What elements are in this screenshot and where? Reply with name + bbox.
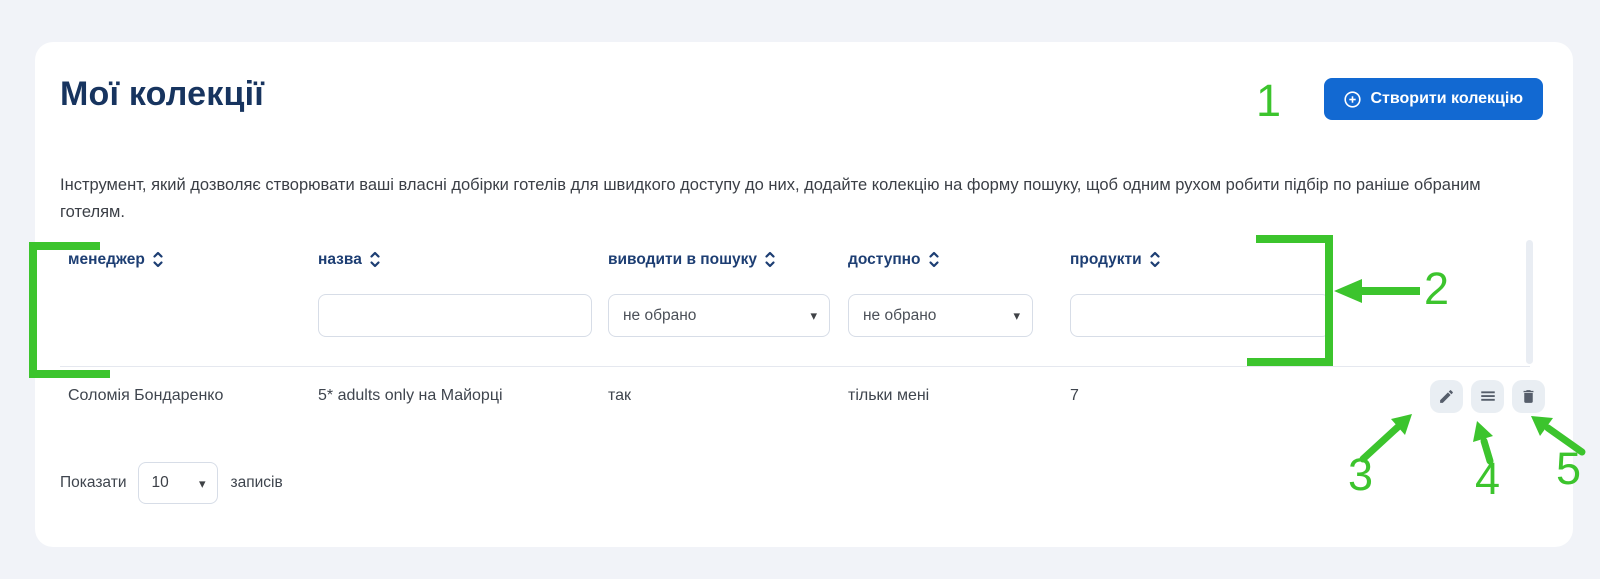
- trash-icon: [1520, 388, 1537, 405]
- table-divider: [60, 366, 1530, 367]
- cell-available: тільки мені: [848, 387, 1070, 405]
- sort-chevrons-icon[interactable]: [152, 250, 164, 269]
- column-header-name[interactable]: назва: [318, 250, 608, 269]
- filter-name-input[interactable]: [318, 294, 592, 337]
- list-lines-icon: [1479, 387, 1497, 405]
- records-label: записів: [230, 474, 282, 492]
- page-description: Інструмент, який дозволяє створювати ваш…: [60, 172, 1492, 226]
- filter-show-in-search-value: не обрано: [623, 307, 696, 325]
- table-header-row: менеджер назва виводити в пошуку: [35, 250, 1573, 269]
- column-header-label: продукти: [1070, 251, 1142, 269]
- table-row: Соломія Бондаренко 5* adults only на Май…: [35, 373, 1573, 419]
- create-collection-button[interactable]: Створити колекцію: [1324, 78, 1544, 120]
- filter-products-input[interactable]: [1070, 294, 1330, 337]
- table-scrollbar[interactable]: [1526, 240, 1533, 364]
- create-collection-label: Створити колекцію: [1371, 90, 1524, 108]
- sort-chevrons-icon[interactable]: [928, 250, 940, 269]
- pencil-icon: [1438, 388, 1455, 405]
- column-header-label: назва: [318, 251, 362, 269]
- sort-chevrons-icon[interactable]: [369, 250, 381, 269]
- edit-collection-button[interactable]: [1430, 380, 1463, 413]
- column-header-label: доступно: [848, 251, 921, 269]
- column-header-show-in-search[interactable]: виводити в пошуку: [608, 250, 848, 269]
- cell-manager: Соломія Бондаренко: [68, 387, 318, 405]
- table-filter-row: не обрано ▾ не обрано ▾: [35, 294, 1573, 337]
- filter-available-value: не обрано: [863, 307, 936, 325]
- collection-list-button[interactable]: [1471, 380, 1504, 413]
- column-header-label: виводити в пошуку: [608, 251, 757, 269]
- column-header-label: менеджер: [68, 251, 145, 269]
- dropdown-caret-icon: ▾: [810, 309, 817, 322]
- sort-chevrons-icon[interactable]: [764, 250, 776, 269]
- filter-available-select[interactable]: не обрано ▾: [848, 294, 1033, 337]
- row-actions: [1345, 380, 1545, 413]
- dropdown-caret-icon: ▾: [199, 477, 206, 490]
- sort-chevrons-icon[interactable]: [1149, 250, 1161, 269]
- show-label: Показати: [60, 474, 126, 492]
- cell-show-in-search: так: [608, 387, 848, 405]
- page-size-select[interactable]: 10 ▾: [138, 462, 218, 504]
- column-header-manager[interactable]: менеджер: [68, 250, 318, 269]
- column-header-products[interactable]: продукти: [1070, 250, 1345, 269]
- filter-show-in-search-select[interactable]: не обрано ▾: [608, 294, 830, 337]
- page-size-value: 10: [151, 474, 168, 492]
- delete-collection-button[interactable]: [1512, 380, 1545, 413]
- column-header-available[interactable]: доступно: [848, 250, 1070, 269]
- page-size-control: Показати 10 ▾ записів: [60, 462, 283, 504]
- dropdown-caret-icon: ▾: [1013, 309, 1020, 322]
- cell-name: 5* adults only на Майорці: [318, 387, 608, 405]
- collections-card: Мої колекції Створити колекцію Інструмен…: [35, 42, 1573, 547]
- plus-circle-icon: [1344, 91, 1361, 108]
- page-title: Мої колекції: [60, 75, 264, 114]
- cell-products: 7: [1070, 387, 1345, 405]
